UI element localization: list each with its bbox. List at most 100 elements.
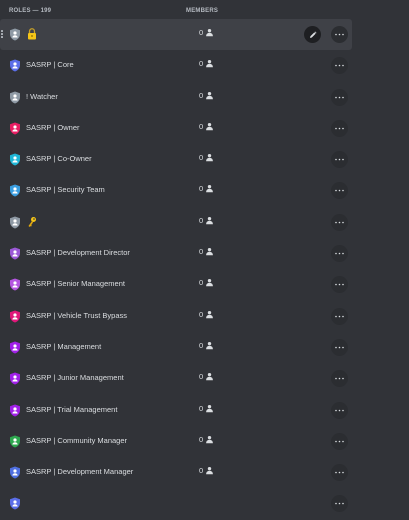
more-options-button[interactable] — [331, 401, 348, 419]
role-shield-icon — [9, 466, 21, 479]
member-count: 0 — [199, 122, 214, 131]
more-options-button[interactable] — [331, 245, 348, 263]
member-count-value: 0 — [199, 121, 204, 131]
role-shield-icon — [9, 404, 21, 417]
person-icon — [205, 153, 214, 162]
member-count-value: 0 — [199, 184, 204, 194]
more-options-button[interactable] — [331, 57, 348, 75]
role-row[interactable]: SASRP | Core 0 — [0, 50, 352, 81]
more-options-button[interactable] — [331, 370, 348, 388]
more-options-icon — [335, 409, 344, 412]
role-name: SASRP | Senior Management — [26, 279, 125, 289]
role-row[interactable]: SASRP | Junior Management 0 — [0, 363, 352, 394]
role-name: SASRP | Development Manager — [26, 467, 134, 477]
member-count: 0 — [199, 91, 214, 100]
more-options-button[interactable] — [331, 151, 348, 169]
member-count-value: 0 — [199, 340, 204, 350]
more-options-button[interactable] — [331, 182, 348, 200]
role-name: SASRP | Security Team — [26, 185, 105, 195]
more-options-button[interactable] — [331, 307, 348, 325]
person-icon — [205, 278, 214, 287]
lock-icon — [27, 28, 37, 40]
role-row[interactable]: SASRP | Development Manager 0 — [0, 457, 352, 488]
member-count: 0 — [199, 247, 214, 256]
more-options-icon — [335, 315, 344, 318]
role-shield-icon — [9, 153, 21, 166]
role-name: SASRP | Core — [26, 60, 74, 70]
role-row[interactable]: SASRP | Development Director 0 — [0, 238, 352, 269]
member-count: 0 — [199, 278, 214, 287]
pencil-icon — [309, 31, 317, 39]
role-row[interactable]: SASRP | Community Manager 0 — [0, 426, 352, 457]
role-row[interactable]: 0 — [0, 19, 352, 51]
role-row[interactable]: SASRP | Owner 0 — [0, 113, 352, 144]
person-icon — [205, 91, 214, 100]
person-icon — [205, 59, 214, 68]
member-count: 0 — [199, 341, 214, 350]
member-count-value: 0 — [199, 215, 204, 225]
role-name: SASRP | Community Manager — [26, 435, 128, 445]
role-shield-icon — [9, 91, 21, 104]
role-row[interactable] — [0, 488, 352, 519]
member-count: 0 — [199, 184, 214, 193]
person-icon — [205, 310, 214, 319]
more-options-icon — [335, 346, 344, 349]
member-count: 0 — [199, 310, 214, 319]
role-name: SASRP | Management — [26, 341, 102, 351]
role-name: SASRP | Vehicle Trust Bypass — [26, 310, 128, 320]
roles-list: 0 SASRP | Core 0! Watcher 0 SASRP | Owner 0 SA… — [0, 19, 409, 520]
member-count-value: 0 — [199, 59, 204, 69]
person-icon — [205, 216, 214, 225]
members-column-header: MEMBERS — [186, 8, 219, 14]
drag-handle-icon[interactable] — [1, 30, 4, 39]
more-options-button[interactable] — [331, 26, 348, 43]
more-options-icon — [335, 471, 344, 474]
member-count-value: 0 — [199, 434, 204, 444]
role-row[interactable]: SASRP | Vehicle Trust Bypass 0 — [0, 301, 352, 332]
role-shield-icon — [9, 310, 21, 323]
role-row[interactable]: 0 — [0, 207, 352, 238]
member-count-value: 0 — [199, 403, 204, 413]
more-options-button[interactable] — [331, 213, 348, 231]
member-count-value: 0 — [199, 90, 204, 100]
member-count: 0 — [199, 372, 214, 381]
member-count: 0 — [199, 59, 214, 68]
role-row[interactable]: ! Watcher 0 — [0, 82, 352, 113]
role-shield-icon — [9, 372, 21, 385]
roles-count-header: ROLES — 199 — [9, 8, 52, 14]
role-row[interactable]: SASRP | Security Team 0 — [0, 175, 352, 206]
more-options-icon — [335, 440, 344, 443]
more-options-icon — [335, 189, 344, 192]
more-options-button[interactable] — [331, 119, 348, 137]
more-options-icon — [335, 158, 344, 161]
role-name: SASRP | Junior Management — [26, 373, 124, 383]
member-count: 0 — [199, 466, 214, 475]
member-count-value: 0 — [199, 247, 204, 257]
role-name: SASRP | Owner — [26, 122, 80, 132]
member-count-value: 0 — [199, 309, 204, 319]
more-options-button[interactable] — [331, 432, 348, 450]
role-name: SASRP | Trial Management — [26, 404, 118, 414]
person-icon — [205, 341, 214, 350]
person-icon — [205, 466, 214, 475]
edit-role-button[interactable] — [304, 26, 321, 43]
more-options-button[interactable] — [331, 276, 348, 294]
more-options-button[interactable] — [331, 464, 348, 482]
member-count: 0 — [199, 404, 214, 413]
more-options-button[interactable] — [331, 495, 348, 513]
more-options-button[interactable] — [331, 88, 348, 106]
role-row[interactable]: SASRP | Trial Management 0 — [0, 395, 352, 426]
key-icon — [27, 216, 37, 228]
role-shield-icon — [9, 122, 21, 135]
role-shield-icon — [9, 278, 21, 291]
member-count: 0 — [199, 435, 214, 444]
role-shield-icon — [9, 497, 21, 510]
more-options-icon — [335, 127, 344, 130]
more-options-button[interactable] — [331, 338, 348, 356]
role-shield-icon — [9, 435, 21, 448]
role-row[interactable]: SASRP | Co-Owner 0 — [0, 144, 352, 175]
role-shield-icon — [9, 28, 21, 41]
member-count-value: 0 — [199, 372, 204, 382]
role-row[interactable]: SASRP | Management 0 — [0, 332, 352, 363]
role-row[interactable]: SASRP | Senior Management 0 — [0, 269, 352, 300]
